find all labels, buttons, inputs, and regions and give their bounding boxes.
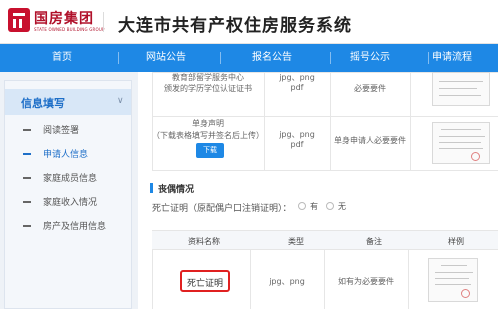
table-cell-type: jpg、png (279, 130, 315, 139)
radio-yes-label: 有 (310, 202, 318, 211)
nav-application-process[interactable]: 申请流程 (432, 44, 498, 72)
table-border (152, 170, 498, 171)
table-cell-name: 颁发的学历学位认证证书 (164, 84, 252, 93)
radio-yes[interactable] (298, 202, 306, 210)
table-cell-note: 如有为必要要件 (338, 277, 394, 286)
nav-site-notice[interactable]: 网站公告 (116, 44, 216, 72)
sidebar-section-header[interactable]: 信息填写 ∨ (5, 89, 131, 115)
sample-thumbnail[interactable] (432, 72, 490, 106)
column-header-note: 备注 (366, 237, 382, 246)
table-border (152, 116, 498, 117)
header: 国房集团 STATE OWNED BUILDING GROUP 大连市共有产权住… (0, 0, 498, 44)
sidebar-item-applicant-info[interactable]: 申请人信息 (5, 143, 131, 165)
nav-registration-notice[interactable]: 报名公告 (222, 44, 322, 72)
sidebar-item-reading-signing[interactable]: 阅读签署 (5, 119, 131, 141)
sidebar-item-property-credit[interactable]: 房产及信用信息 (5, 215, 131, 237)
nav-lottery-publicity[interactable]: 摇号公示 (320, 44, 420, 72)
sidebar-item-label: 阅读签署 (43, 126, 80, 136)
dash-icon (23, 201, 31, 203)
table-border (410, 72, 411, 170)
sidebar: 信息填写 ∨ 阅读签署 申请人信息 家庭成员信息 家庭收入情况 房产及信用信息 (4, 80, 132, 309)
system-title: 大连市共有产权住房服务系统 (118, 16, 352, 36)
logo-subtitle: STATE OWNED BUILDING GROUP (34, 27, 105, 32)
table-cell-type: jpg、png (269, 277, 305, 286)
table-cell-name: 教育部留学服务中心 (172, 73, 244, 82)
download-button[interactable]: 下载 (196, 143, 224, 158)
table-border (152, 250, 153, 309)
header-divider (103, 12, 104, 32)
table-cell-type: pdf (290, 83, 304, 92)
sidebar-item-label: 家庭成员信息 (43, 174, 98, 184)
table-cell-type: jpg、png (279, 73, 315, 82)
table-cell-type: pdf (290, 140, 304, 149)
dash-icon (23, 225, 31, 227)
sample-thumbnail[interactable] (428, 258, 478, 302)
table-header-row: 资料名称 类型 备注 样例 (152, 230, 498, 250)
table-cell-name: 单身声明 (192, 119, 224, 128)
main-content: 教育部留学服务中心 颁发的学历学位认证证书 jpg、png pdf 必要要件 单… (138, 72, 498, 309)
radio-no[interactable] (326, 202, 334, 210)
table-cell-name: （下载表格填写并签名后上传） (152, 131, 264, 140)
table-cell-name: 死亡证明 (186, 279, 223, 289)
table-border (408, 250, 409, 309)
main-nav: 首页 网站公告 报名公告 摇号公示 申请流程 (0, 44, 498, 72)
nav-separator (428, 52, 429, 64)
radio-no-label: 无 (338, 202, 346, 211)
section-title: 丧偶情况 (158, 185, 195, 195)
column-header-type: 类型 (288, 237, 304, 246)
logo-icon (8, 8, 30, 32)
logo-text: 国房集团 (34, 11, 94, 27)
dash-icon (23, 153, 31, 155)
table-cell-note: 单身申请人必要要件 (334, 136, 406, 145)
column-header-sample: 样例 (448, 237, 464, 246)
sidebar-item-family-members[interactable]: 家庭成员信息 (5, 167, 131, 189)
dash-icon (23, 129, 31, 131)
sidebar-item-label: 家庭收入情况 (43, 198, 98, 208)
sidebar-item-label: 申请人信息 (43, 150, 89, 160)
table-cell-note: 必要要件 (354, 84, 386, 93)
column-header-name: 资料名称 (188, 237, 220, 246)
highlight-box: 死亡证明 (180, 270, 230, 292)
dash-icon (23, 177, 31, 179)
nav-home[interactable]: 首页 (12, 44, 112, 72)
sidebar-section-label: 信息填写 (21, 97, 65, 110)
chevron-down-icon: ∨ (117, 96, 124, 106)
section-marker (150, 183, 153, 193)
sidebar-item-label: 房产及信用信息 (43, 222, 107, 232)
death-certificate-question: 死亡证明（原配偶户口注销证明）： (152, 204, 292, 214)
sidebar-item-family-income[interactable]: 家庭收入情况 (5, 191, 131, 213)
nav-separator (220, 52, 221, 64)
sample-thumbnail[interactable] (432, 122, 490, 164)
